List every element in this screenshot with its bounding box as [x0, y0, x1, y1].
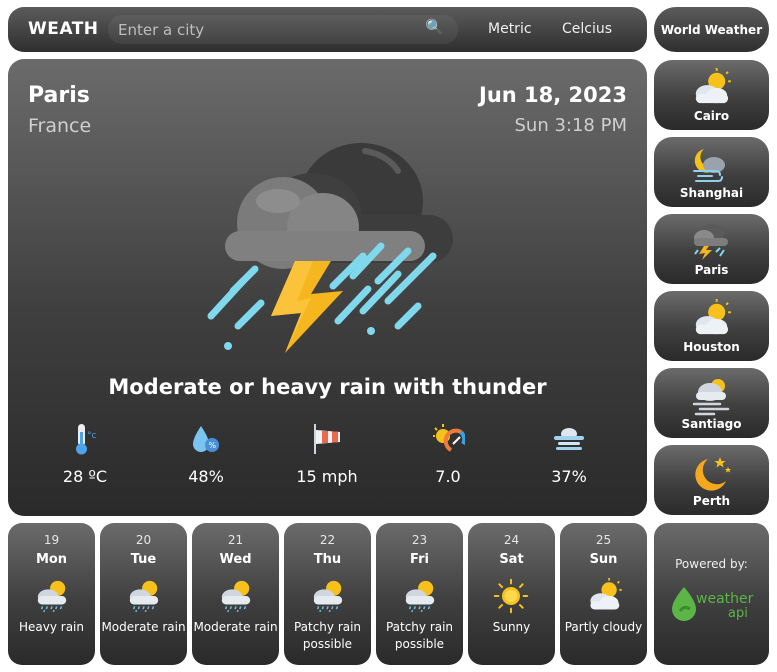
forecast-description: Heavy rain	[18, 620, 84, 634]
forecast-date: 20	[135, 533, 152, 547]
city-card-label: Shanghai	[679, 186, 744, 200]
temperature-stat: °c 28 ºC	[25, 421, 145, 486]
forecast-date: 19	[43, 533, 60, 547]
logo-text-api: api	[728, 606, 748, 621]
forecast-description: Patchy rain possible	[385, 620, 454, 651]
forecast-day-card: 22 Thu Patchy rain possible	[284, 523, 371, 665]
humidity-icon: %	[193, 426, 219, 452]
forecast-weekday: Fri	[410, 552, 429, 567]
forecast-date: 25	[595, 533, 612, 547]
thunderstorm-icon	[694, 224, 728, 260]
forecast-description: Sunny	[492, 620, 531, 634]
city-card-label: Cairo	[693, 109, 730, 123]
forecast-description: Partly cloudy	[564, 620, 643, 634]
wind-icon	[314, 424, 340, 454]
powered-by-label: Powered by:	[675, 557, 748, 571]
forecast-weekday: Sat	[499, 552, 524, 567]
condition-text: Moderate or heavy rain with thunder	[108, 375, 547, 399]
current-date: Jun 18, 2023	[479, 83, 627, 107]
cloud-cover-icon	[554, 428, 584, 450]
forecast-date: 22	[319, 533, 336, 547]
city-card-label: Perth	[692, 494, 731, 508]
city-card-santiago[interactable]: Santiago	[654, 368, 769, 438]
current-weather-card: Paris France Jun 18, 2023 Sun 3:18 PM Mo…	[8, 59, 647, 516]
current-time: Sun 3:18 PM	[514, 115, 628, 136]
powered-by-card: Powered by: weather api	[654, 523, 769, 665]
forecast-description: Moderate rain	[193, 620, 278, 634]
city-card-label: Paris	[694, 263, 729, 277]
uv-value: 7.0	[435, 467, 461, 486]
app-brand: WEATH	[28, 19, 99, 39]
world-weather-button[interactable]: World Weather	[654, 7, 769, 52]
partly-cloudy-icon	[690, 68, 732, 106]
sun-cloud-rain-icon	[33, 578, 71, 612]
humidity-value: 48%	[188, 467, 224, 486]
weatherapi-logo[interactable]: weather api	[670, 583, 754, 623]
forecast-day-card: 25 Sun Partly cloudy	[560, 523, 647, 665]
city-card-perth[interactable]: Perth	[654, 445, 769, 515]
svg-text:%: %	[209, 441, 217, 450]
thermometer-icon: °c	[76, 424, 97, 455]
temperature-value: 28 ºC	[62, 467, 108, 486]
metric-units-toggle[interactable]: Metric	[488, 21, 532, 37]
celcius-units-toggle[interactable]: Celcius	[562, 21, 612, 37]
city-card-shanghai[interactable]: Shanghai	[654, 137, 769, 207]
partly-cloudy-icon	[690, 299, 732, 337]
forecast-day-card: 20 Tue Moderate rain	[100, 523, 187, 665]
city-card-label: Santiago	[681, 417, 742, 431]
forecast-date: 23	[411, 533, 428, 547]
forecast-day-card: 21 Wed Moderate rain	[192, 523, 279, 665]
fog-icon	[692, 379, 730, 416]
city-card-label: Houston	[683, 340, 740, 354]
wind-value: 15 mph	[296, 467, 358, 486]
city-search-input[interactable]	[108, 15, 458, 44]
city-card-paris[interactable]: Paris	[654, 214, 769, 284]
city-name: Paris	[28, 83, 90, 108]
sun-cloud-rain-icon	[401, 578, 439, 612]
forecast-description: Moderate rain	[101, 620, 186, 634]
forecast-weekday: Mon	[35, 552, 68, 567]
uv-index-icon	[433, 424, 465, 452]
forecast-day-card: 23 Fri Patchy rain possible	[376, 523, 463, 665]
sun-cloud-rain-icon	[309, 578, 347, 612]
uv-stat: 7.0	[388, 421, 508, 486]
sun-cloud-rain-icon	[217, 578, 255, 612]
thunderstorm-icon	[207, 143, 453, 353]
svg-text:°c: °c	[87, 431, 97, 441]
partly-cloudy-icon	[585, 578, 623, 612]
forecast-weekday: Tue	[130, 552, 157, 567]
forecast-weekday: Wed	[219, 552, 252, 567]
country-name: France	[28, 115, 92, 137]
night-windy-cloud-icon	[693, 149, 725, 182]
search-icon[interactable]: 🔍	[425, 18, 444, 36]
logo-text-weather: weather	[696, 591, 754, 607]
cloud-cover-stat: 37%	[509, 421, 629, 486]
forecast-description: Patchy rain possible	[293, 620, 362, 651]
forecast-date: 24	[503, 533, 520, 547]
wind-stat: 15 mph	[267, 421, 387, 486]
forecast-date: 21	[227, 533, 244, 547]
forecast-day-card: 19 Mon Heavy rain	[8, 523, 95, 665]
humidity-stat: % 48%	[146, 421, 266, 486]
sun-cloud-rain-icon	[125, 578, 163, 612]
forecast-weekday: Sun	[589, 552, 618, 567]
city-card-cairo[interactable]: Cairo	[654, 60, 769, 130]
city-card-houston[interactable]: Houston	[654, 291, 769, 361]
moon-stars-icon	[695, 457, 731, 491]
forecast-weekday: Thu	[313, 552, 342, 567]
top-bar: WEATH 🔍 Metric Celcius	[8, 7, 647, 52]
cloud-cover-value: 37%	[551, 467, 587, 486]
sun-icon	[493, 578, 529, 614]
forecast-day-card: 24 Sat Sunny	[468, 523, 555, 665]
